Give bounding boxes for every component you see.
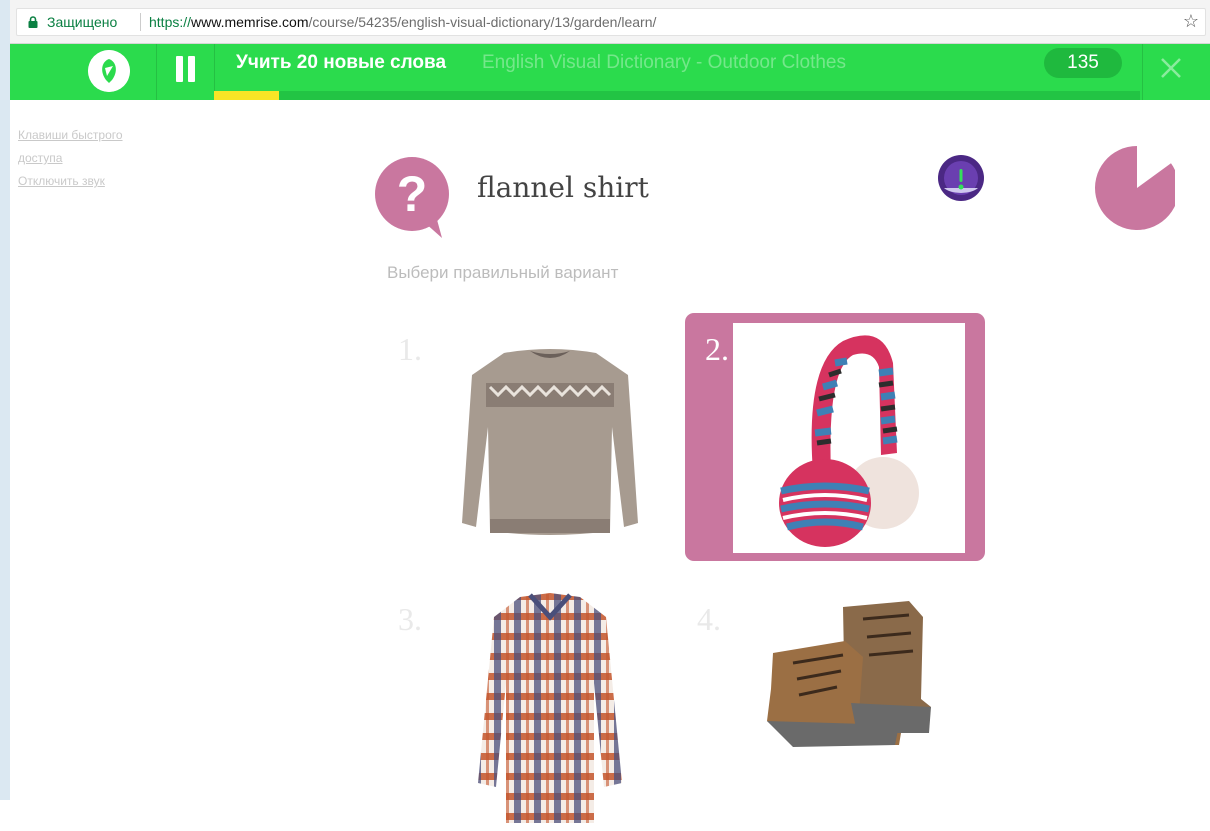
close-icon xyxy=(1161,58,1181,78)
answer-choice-3[interactable]: 3. xyxy=(386,583,686,831)
sweater-image xyxy=(434,323,666,553)
logo-area xyxy=(10,44,157,100)
earmuffs-image xyxy=(733,323,965,553)
session-progress-fill xyxy=(214,91,279,100)
answer-choice-1[interactable]: 1. xyxy=(386,313,686,561)
mute-sound-link[interactable]: Отключить звук xyxy=(18,170,148,193)
timer-remaining-slice xyxy=(1095,146,1175,230)
question-bubble-icon: ? xyxy=(375,157,449,238)
url-text: https://www.memrise.com/course/54235/eng… xyxy=(149,14,656,30)
mem-help-icon[interactable] xyxy=(937,154,985,202)
choice-number: 4. xyxy=(697,601,721,637)
answer-choice-4[interactable]: 4. xyxy=(685,583,985,831)
timer-pie-icon xyxy=(1095,146,1175,230)
choice-number: 3. xyxy=(398,601,422,637)
side-links: Клавиши быстрого доступа Отключить звук xyxy=(18,124,148,193)
choice-number: 1. xyxy=(398,331,422,367)
answer-choice-2[interactable]: 2. xyxy=(685,313,985,561)
close-button[interactable] xyxy=(1142,44,1210,100)
flannel-shirt-illustration xyxy=(478,593,622,823)
browser-address-bar: Защищено https://www.memrise.com/course/… xyxy=(10,0,1210,44)
learning-header: Учить 20 новые слова English Visual Dict… xyxy=(10,44,1210,100)
session-progress-bar xyxy=(214,91,1140,100)
pause-icon xyxy=(176,56,183,82)
choice-number: 2. xyxy=(705,331,729,367)
url-field[interactable]: Защищено https://www.memrise.com/course/… xyxy=(16,8,1206,36)
instruction-text: Выбери правильный вариант xyxy=(387,263,619,282)
pause-button[interactable] xyxy=(156,44,215,100)
pause-icon xyxy=(188,56,195,82)
hiking-boots-illustration xyxy=(767,601,931,747)
points-badge: 135 xyxy=(1044,48,1122,78)
lock-icon xyxy=(28,16,38,28)
memrise-logo-icon[interactable] xyxy=(88,50,130,92)
hiking-boots-image xyxy=(733,593,965,823)
svg-text:?: ? xyxy=(397,166,428,222)
url-path: /course/54235/english-visual-dictionary/… xyxy=(308,14,657,30)
course-title: English Visual Dictionary - Outdoor Clot… xyxy=(482,52,846,73)
keyboard-shortcuts-link[interactable]: Клавиши быстрого доступа xyxy=(18,124,148,170)
url-host: www.memrise.com xyxy=(191,14,309,30)
bookmark-star-icon[interactable]: ☆ xyxy=(1183,11,1199,32)
session-title: Учить 20 новые слова xyxy=(236,52,447,73)
url-scheme: https:// xyxy=(149,14,192,30)
divider xyxy=(140,13,141,31)
earmuffs-illustration xyxy=(779,335,919,547)
secure-label: Защищено xyxy=(47,14,118,30)
window-edge xyxy=(0,0,10,800)
prompt-word: flannel shirt xyxy=(477,171,649,204)
sweater-illustration xyxy=(462,349,638,535)
flannel-shirt-image xyxy=(434,593,666,823)
